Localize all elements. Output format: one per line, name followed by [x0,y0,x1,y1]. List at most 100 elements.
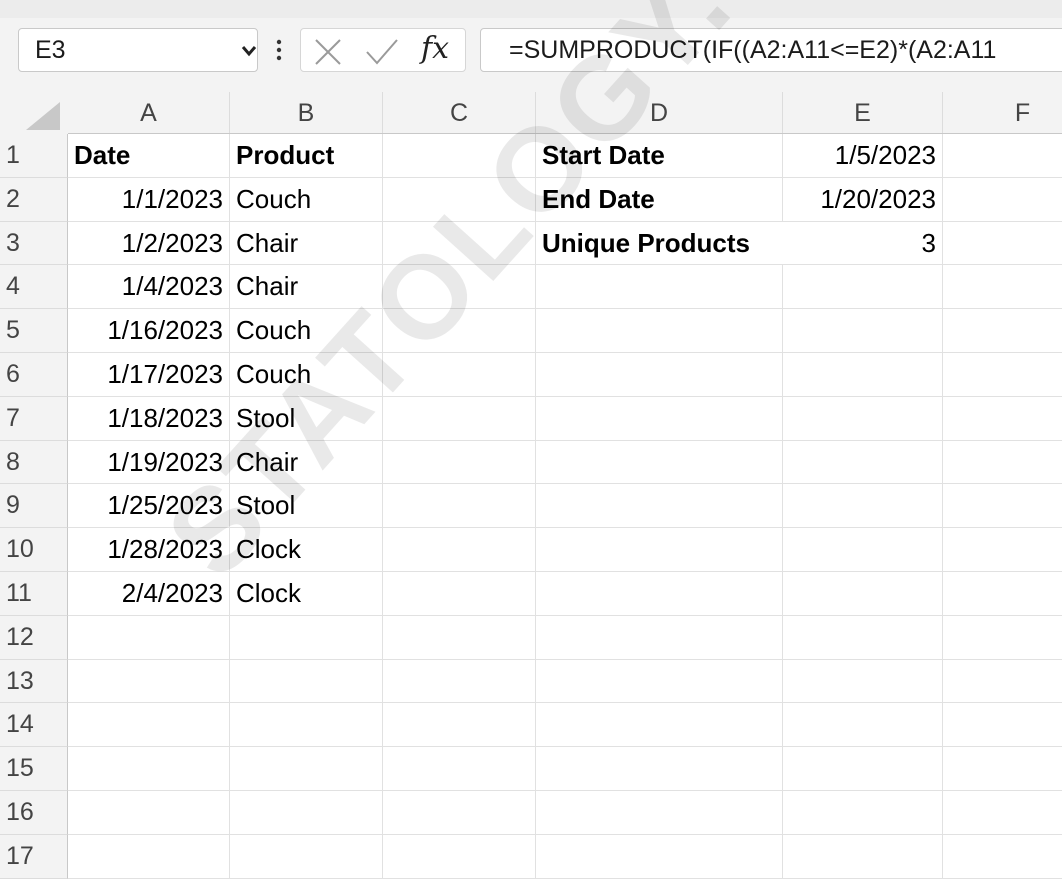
cell-f17[interactable] [943,835,1062,879]
cell-f11[interactable] [943,572,1062,616]
cell-e7[interactable] [783,396,943,441]
cell-a17[interactable] [68,834,230,879]
cell-a8[interactable]: 1/19/2023 [68,440,230,485]
cell-c15[interactable] [383,747,536,791]
cell-b16[interactable] [230,791,383,835]
cell-f12[interactable] [943,616,1062,660]
row-header-6[interactable]: 6 [0,353,68,397]
cell-c10[interactable] [383,528,536,572]
cell-c17[interactable] [383,834,536,879]
row-header-14[interactable]: 14 [0,703,68,748]
cell-e2[interactable]: 1/20/2023 [783,177,943,222]
cell-c4[interactable] [383,265,536,310]
cell-d6[interactable] [536,353,783,397]
cell-d17[interactable] [536,834,783,879]
cell-c14[interactable] [383,703,536,748]
cell-c2[interactable] [383,177,536,222]
cell-e8[interactable] [783,440,943,485]
cell-d11[interactable] [536,572,783,616]
cell-b3[interactable]: Chair [230,221,383,266]
cell-e17[interactable] [783,834,943,879]
cell-e11[interactable] [783,572,943,616]
cell-b1[interactable]: Product [230,134,383,178]
chevron-down-icon[interactable] [241,44,257,62]
cell-c9[interactable] [383,484,536,529]
cell-a1[interactable]: Date [68,134,230,178]
cell-d2[interactable]: End Date [536,177,783,222]
cell-e5[interactable] [783,309,943,353]
cell-f6[interactable] [943,353,1062,397]
cell-c1[interactable] [383,134,536,178]
cell-e10[interactable] [783,528,943,572]
column-header-f[interactable]: F [943,92,1062,134]
cell-d4[interactable] [536,265,783,310]
cell-d3[interactable]: Unique Products [536,222,783,266]
row-header-5[interactable]: 5 [0,309,68,353]
select-all-button[interactable] [0,92,68,134]
cell-e9[interactable] [783,484,943,529]
row-header-15[interactable]: 15 [0,747,68,791]
row-header-2[interactable]: 2 [0,177,68,222]
cell-f13[interactable] [943,660,1062,704]
cell-a12[interactable] [68,615,230,660]
cell-d16[interactable] [536,791,783,835]
row-header-1[interactable]: 1 [0,134,68,178]
cell-f3[interactable] [943,222,1062,266]
cell-f1[interactable] [943,134,1062,178]
insert-function-icon[interactable]: fx [421,31,449,66]
cell-f16[interactable] [943,791,1062,835]
cell-a3[interactable]: 1/2/2023 [68,221,230,266]
row-header-17[interactable]: 17 [0,834,68,879]
cell-b13[interactable] [230,659,383,704]
cell-e16[interactable] [783,791,943,835]
column-header-d[interactable]: D [536,92,783,134]
cell-d8[interactable] [536,440,783,485]
row-header-3[interactable]: 3 [0,221,68,266]
cell-a4[interactable]: 1/4/2023 [68,265,230,310]
cell-c11[interactable] [383,572,536,616]
cell-a15[interactable] [68,747,230,791]
row-header-4[interactable]: 4 [0,265,68,310]
cell-d7[interactable] [536,396,783,441]
cell-f10[interactable] [943,528,1062,572]
cell-b5[interactable]: Couch [230,309,383,353]
row-header-10[interactable]: 10 [0,528,68,572]
cell-b12[interactable] [230,615,383,660]
cell-b11[interactable]: Clock [230,572,383,616]
cell-b17[interactable] [230,834,383,879]
cell-a11[interactable]: 2/4/2023 [68,572,230,616]
column-header-e[interactable]: E [783,92,943,134]
cell-a10[interactable]: 1/28/2023 [68,528,230,572]
cancel-icon[interactable] [313,37,343,72]
vertical-ellipsis-icon[interactable] [276,36,282,64]
cell-e6[interactable] [783,353,943,397]
name-box[interactable]: E3 [18,28,258,72]
cell-a6[interactable]: 1/17/2023 [68,353,230,397]
cell-e4[interactable] [783,265,943,310]
cell-f8[interactable] [943,441,1062,485]
cell-b8[interactable]: Chair [230,440,383,485]
cell-a13[interactable] [68,659,230,704]
cell-e1[interactable]: 1/5/2023 [783,134,943,178]
cell-c7[interactable] [383,396,536,441]
cell-f9[interactable] [943,484,1062,529]
cell-e3[interactable]: 3 [783,221,943,266]
cell-d15[interactable] [536,747,783,791]
row-header-11[interactable]: 11 [0,572,68,616]
cell-d13[interactable] [536,659,783,704]
column-header-a[interactable]: A [68,92,230,134]
cell-d1[interactable]: Start Date [536,134,783,178]
cell-f4[interactable] [943,265,1062,310]
cell-b6[interactable]: Couch [230,353,383,397]
row-header-8[interactable]: 8 [0,440,68,485]
cell-a5[interactable]: 1/16/2023 [68,309,230,353]
cell-d5[interactable] [536,309,783,353]
cell-c6[interactable] [383,353,536,397]
column-header-c[interactable]: C [383,92,536,134]
column-header-b[interactable]: B [230,92,383,134]
check-icon[interactable] [365,37,399,72]
cell-e15[interactable] [783,747,943,791]
cell-e12[interactable] [783,615,943,660]
row-header-13[interactable]: 13 [0,659,68,704]
cell-f5[interactable] [943,309,1062,353]
